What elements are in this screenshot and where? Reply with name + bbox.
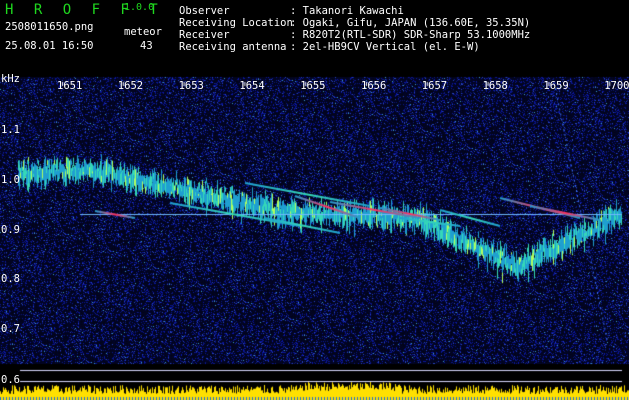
x-tick-label: 1656 xyxy=(361,80,387,92)
x-tick-label: 1659 xyxy=(543,80,569,92)
file-name: 2508011650.png xyxy=(5,21,94,33)
x-tick-label: 1651 xyxy=(57,80,83,92)
spectrogram-canvas xyxy=(0,68,629,400)
axis-unit: kHz xyxy=(1,73,20,85)
app-version: 1.0.0 xyxy=(124,2,155,13)
x-tick-label: 1654 xyxy=(239,80,265,92)
x-tick-label: 1658 xyxy=(482,80,508,92)
y-tick-label: 0.7 xyxy=(1,323,20,335)
x-tick-label: 1657 xyxy=(421,80,448,92)
info-label-observer: Observer xyxy=(179,5,230,17)
header-panel: H R O F F T 1.0.0 2508011650.png 25.08.0… xyxy=(0,0,629,68)
x-tick-label: 1653 xyxy=(178,80,204,92)
x-tick-label: 1652 xyxy=(117,80,144,92)
y-tick-label: 0.8 xyxy=(1,273,20,285)
meteor-count-value: 43 xyxy=(140,40,153,52)
info-value-location: : Ogaki, Gifu, JAPAN (136.60E, 35.35N) xyxy=(290,17,531,29)
x-tick-label: 1700 xyxy=(604,80,629,92)
info-label-location: Receiving Location xyxy=(179,17,293,29)
y-tick-label: 1.1 xyxy=(1,124,20,136)
info-label-antenna: Receiving antenna xyxy=(179,41,287,53)
y-tick-label: 0.9 xyxy=(1,224,20,236)
info-value-antenna: : 2el-HB9CV Vertical (el. E-W) xyxy=(290,41,480,53)
meteor-count-label: meteor xyxy=(124,26,162,38)
info-value-receiver: : R820T2(RTL-SDR) SDR-Sharp 53.1000MHz xyxy=(290,29,531,41)
info-label-receiver: Receiver xyxy=(179,29,230,41)
y-tick-label: 0.6 xyxy=(1,374,20,386)
x-tick-label: 1655 xyxy=(300,80,326,92)
file-datetime: 25.08.01 16:50 xyxy=(5,40,94,52)
y-tick-label: 1.0 xyxy=(1,174,20,186)
info-value-observer: : Takanori Kawachi xyxy=(290,5,404,17)
